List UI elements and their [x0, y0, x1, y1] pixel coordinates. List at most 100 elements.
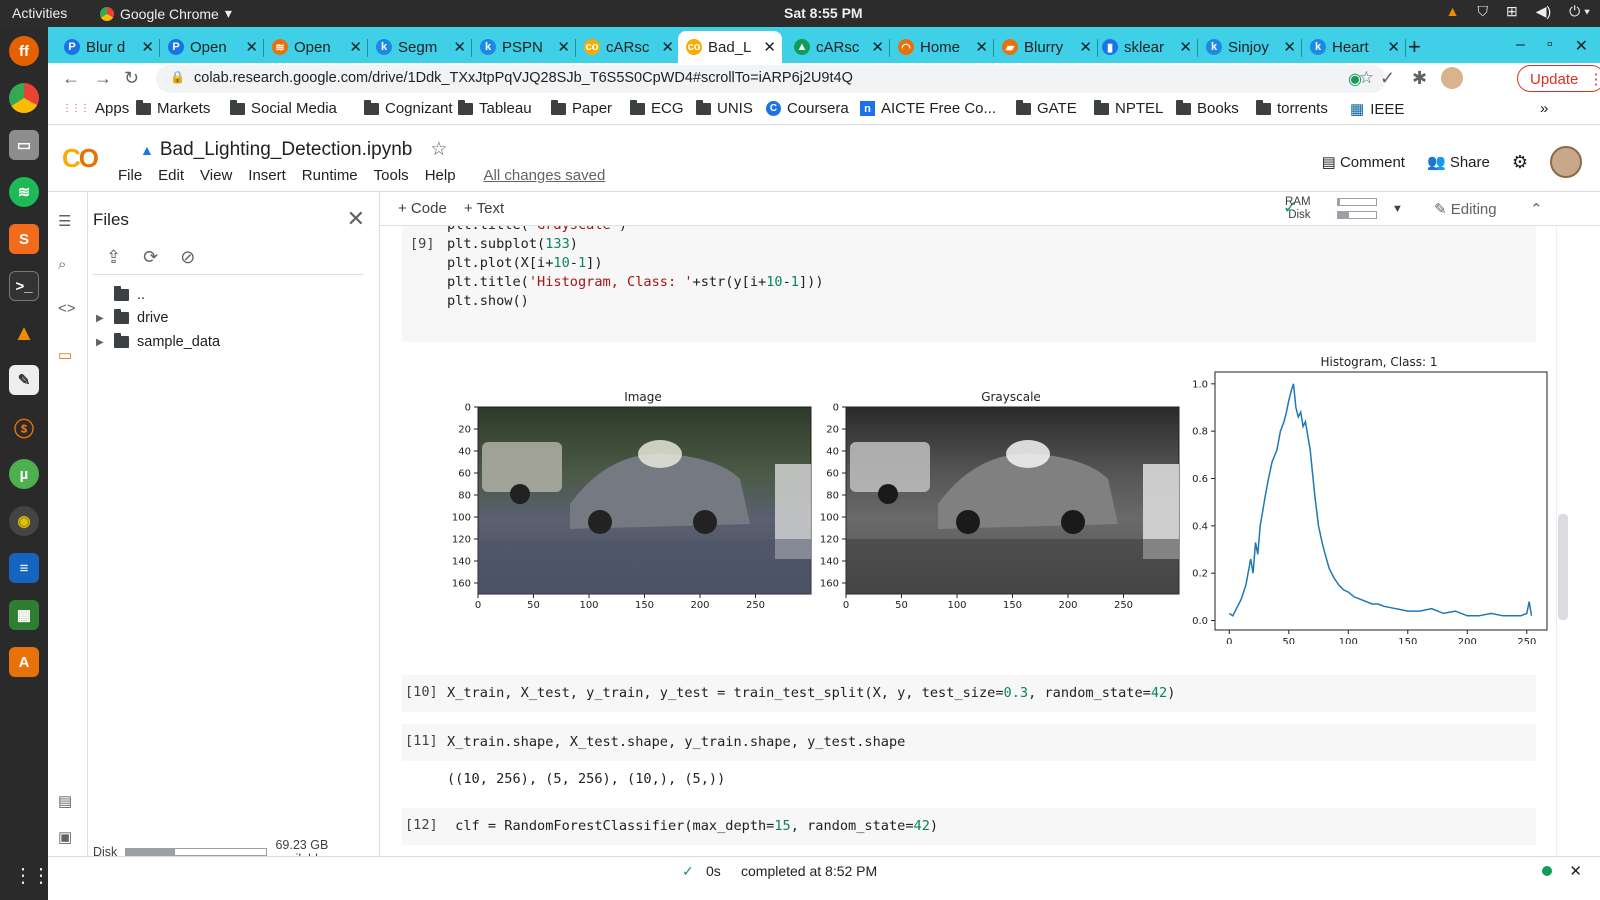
- browser-tab[interactable]: ≋ Open ✕: [264, 31, 368, 63]
- user-avatar[interactable]: [1550, 146, 1582, 178]
- bookmark-item[interactable]: Cognizant: [364, 99, 453, 117]
- save-status[interactable]: All changes saved: [484, 167, 606, 184]
- profile-avatar[interactable]: [1441, 67, 1463, 89]
- collapse-header-icon[interactable]: ⌃: [1530, 200, 1543, 218]
- lock-icon[interactable]: 🔒: [170, 70, 185, 84]
- firefox-icon[interactable]: ff: [9, 36, 39, 66]
- browser-tab[interactable]: P Blur d ✕: [56, 31, 160, 63]
- bookmark-item[interactable]: C Coursera: [766, 100, 849, 117]
- star-icon[interactable]: ☆: [430, 138, 447, 161]
- files-icon[interactable]: ▭: [9, 130, 39, 160]
- comment-button[interactable]: ▤ Comment: [1322, 153, 1405, 171]
- command-palette-icon[interactable]: ▤: [58, 792, 72, 810]
- unmount-drive-icon[interactable]: ⊘: [180, 247, 195, 268]
- update-button[interactable]: Update ⋮: [1517, 65, 1600, 92]
- menu-tools[interactable]: Tools: [374, 167, 409, 184]
- app-menu[interactable]: Google Chrome ▾: [100, 5, 232, 22]
- scrollbar-thumb[interactable]: [1558, 514, 1568, 620]
- bookmark-item[interactable]: ECG: [630, 99, 684, 117]
- writer-icon[interactable]: ≡: [9, 553, 39, 583]
- bookmark-item[interactable]: Books: [1176, 99, 1239, 117]
- file-item-parent[interactable]: ..: [96, 286, 145, 303]
- expand-arrow-icon[interactable]: ▶: [96, 313, 106, 324]
- bookmark-item[interactable]: n AICTE Free Co...: [860, 100, 996, 117]
- file-item-drive[interactable]: ▶ drive: [96, 309, 168, 326]
- notebook-title-text[interactable]: Bad_Lighting_Detection.ipynb: [160, 139, 412, 161]
- chrome-dock-icon[interactable]: [9, 83, 39, 113]
- browser-tab[interactable]: co Bad_L ✕: [678, 31, 782, 63]
- code-snippets-icon[interactable]: <>: [58, 300, 76, 317]
- expand-arrow-icon[interactable]: ▶: [96, 337, 106, 348]
- software-center-icon[interactable]: A: [9, 647, 39, 677]
- tab-close-icon[interactable]: ✕: [1387, 38, 1400, 56]
- status-close-icon[interactable]: ✕: [1569, 862, 1582, 880]
- share-button[interactable]: 👥 Share: [1427, 153, 1490, 171]
- reload-icon[interactable]: ↻: [124, 68, 139, 89]
- menu-edit[interactable]: Edit: [158, 167, 184, 184]
- bookmark-item[interactable]: ⋮⋮⋮ Apps: [62, 100, 129, 117]
- notebook-scrollbar[interactable]: [1556, 226, 1568, 856]
- sublime-icon[interactable]: S: [9, 224, 39, 254]
- browser-tab[interactable]: ▲ cARsc ✕: [786, 31, 890, 63]
- volume-icon[interactable]: ◀): [1536, 3, 1551, 20]
- tab-close-icon[interactable]: ✕: [1179, 38, 1192, 56]
- tab-close-icon[interactable]: ✕: [245, 38, 258, 56]
- maximize-icon[interactable]: ▫: [1547, 36, 1553, 56]
- check-icon[interactable]: ✓: [1380, 68, 1395, 89]
- code-cell-9[interactable]: [9] plt.title('Grayscale') plt.subplot(1…: [402, 226, 1536, 342]
- cell-code[interactable]: plt.title('Grayscale') plt.subplot(133) …: [447, 226, 824, 311]
- system-clock[interactable]: Sat 8:55 PM: [784, 5, 863, 21]
- cell-code[interactable]: X_train, X_test, y_train, y_test = train…: [447, 684, 1175, 703]
- editing-mode[interactable]: ✎ Editing: [1434, 200, 1497, 218]
- bookmark-item[interactable]: UNIS: [696, 99, 753, 117]
- more-bookmarks-icon[interactable]: »: [1540, 100, 1548, 117]
- menu-file[interactable]: File: [118, 167, 142, 184]
- code-cell-11[interactable]: [11] X_train.shape, X_test.shape, y_trai…: [402, 724, 1536, 761]
- menu-runtime[interactable]: Runtime: [302, 167, 358, 184]
- refresh-folder-icon[interactable]: ⟳: [143, 247, 158, 268]
- text-editor-icon[interactable]: ✎: [9, 365, 39, 395]
- code-cell-12[interactable]: [12] clf = RandomForestClassifier(max_de…: [402, 808, 1536, 845]
- resources-dropdown-icon[interactable]: ▼: [1392, 203, 1403, 215]
- browser-tab[interactable]: P Open ✕: [160, 31, 264, 63]
- utorrent-icon[interactable]: µ: [9, 459, 39, 489]
- browser-tab[interactable]: k Heart ✕: [1302, 31, 1406, 63]
- tab-close-icon[interactable]: ✕: [141, 38, 154, 56]
- add-text-button[interactable]: + Text: [464, 200, 504, 217]
- completion-status[interactable]: completed at 8:52 PM: [741, 863, 877, 879]
- file-item-sample-data[interactable]: ▶ sample_data: [96, 333, 220, 350]
- activities-button[interactable]: Activities: [12, 5, 67, 21]
- bookmark-item[interactable]: GATE: [1016, 99, 1077, 117]
- bookmark-item[interactable]: NPTEL: [1094, 99, 1163, 117]
- terminal-panel-icon[interactable]: ▣: [58, 828, 72, 846]
- forward-icon[interactable]: →: [94, 68, 112, 89]
- extensions-icon[interactable]: ✱: [1412, 68, 1427, 89]
- spotify-icon[interactable]: ≋: [9, 177, 39, 207]
- bookmark-item[interactable]: Markets: [136, 99, 210, 117]
- resource-labels[interactable]: RAM Disk: [1285, 196, 1311, 222]
- toc-icon[interactable]: ☰: [58, 212, 71, 230]
- close-icon[interactable]: ✕: [347, 206, 365, 232]
- menu-view[interactable]: View: [200, 167, 232, 184]
- tab-close-icon[interactable]: ✕: [557, 38, 570, 56]
- window-close-icon[interactable]: ✕: [1575, 36, 1588, 56]
- browser-tab[interactable]: ◠ Home ✕: [890, 31, 994, 63]
- vlc-icon[interactable]: ▲: [9, 318, 39, 348]
- menu-insert[interactable]: Insert: [248, 167, 286, 184]
- tab-close-icon[interactable]: ✕: [763, 38, 776, 56]
- podcast-icon[interactable]: ⓢ: [9, 412, 39, 442]
- url-bar[interactable]: 🔒 colab.research.google.com/drive/1Ddk_T…: [156, 65, 1386, 93]
- add-code-button[interactable]: + Code: [398, 200, 447, 217]
- cell-code[interactable]: X_train.shape, X_test.shape, y_train.sha…: [447, 733, 905, 752]
- minimize-icon[interactable]: –: [1516, 36, 1525, 56]
- bookmark-item[interactable]: Paper: [551, 99, 612, 117]
- vlc-tray-icon[interactable]: ▲: [1446, 3, 1460, 20]
- bookmark-item[interactable]: ▦ IEEE: [1350, 100, 1404, 119]
- folder-icon[interactable]: ▭: [58, 346, 72, 364]
- browser-tab[interactable]: k PSPN ✕: [472, 31, 576, 63]
- browser-tab[interactable]: co cARsc ✕: [576, 31, 680, 63]
- system-tray[interactable]: ▲ ⛉ ⊞ ◀) ⏻ ▾: [1446, 3, 1590, 20]
- tab-close-icon[interactable]: ✕: [975, 38, 988, 56]
- new-tab-button[interactable]: +: [1400, 31, 1421, 63]
- calc-icon[interactable]: ▦: [9, 600, 39, 630]
